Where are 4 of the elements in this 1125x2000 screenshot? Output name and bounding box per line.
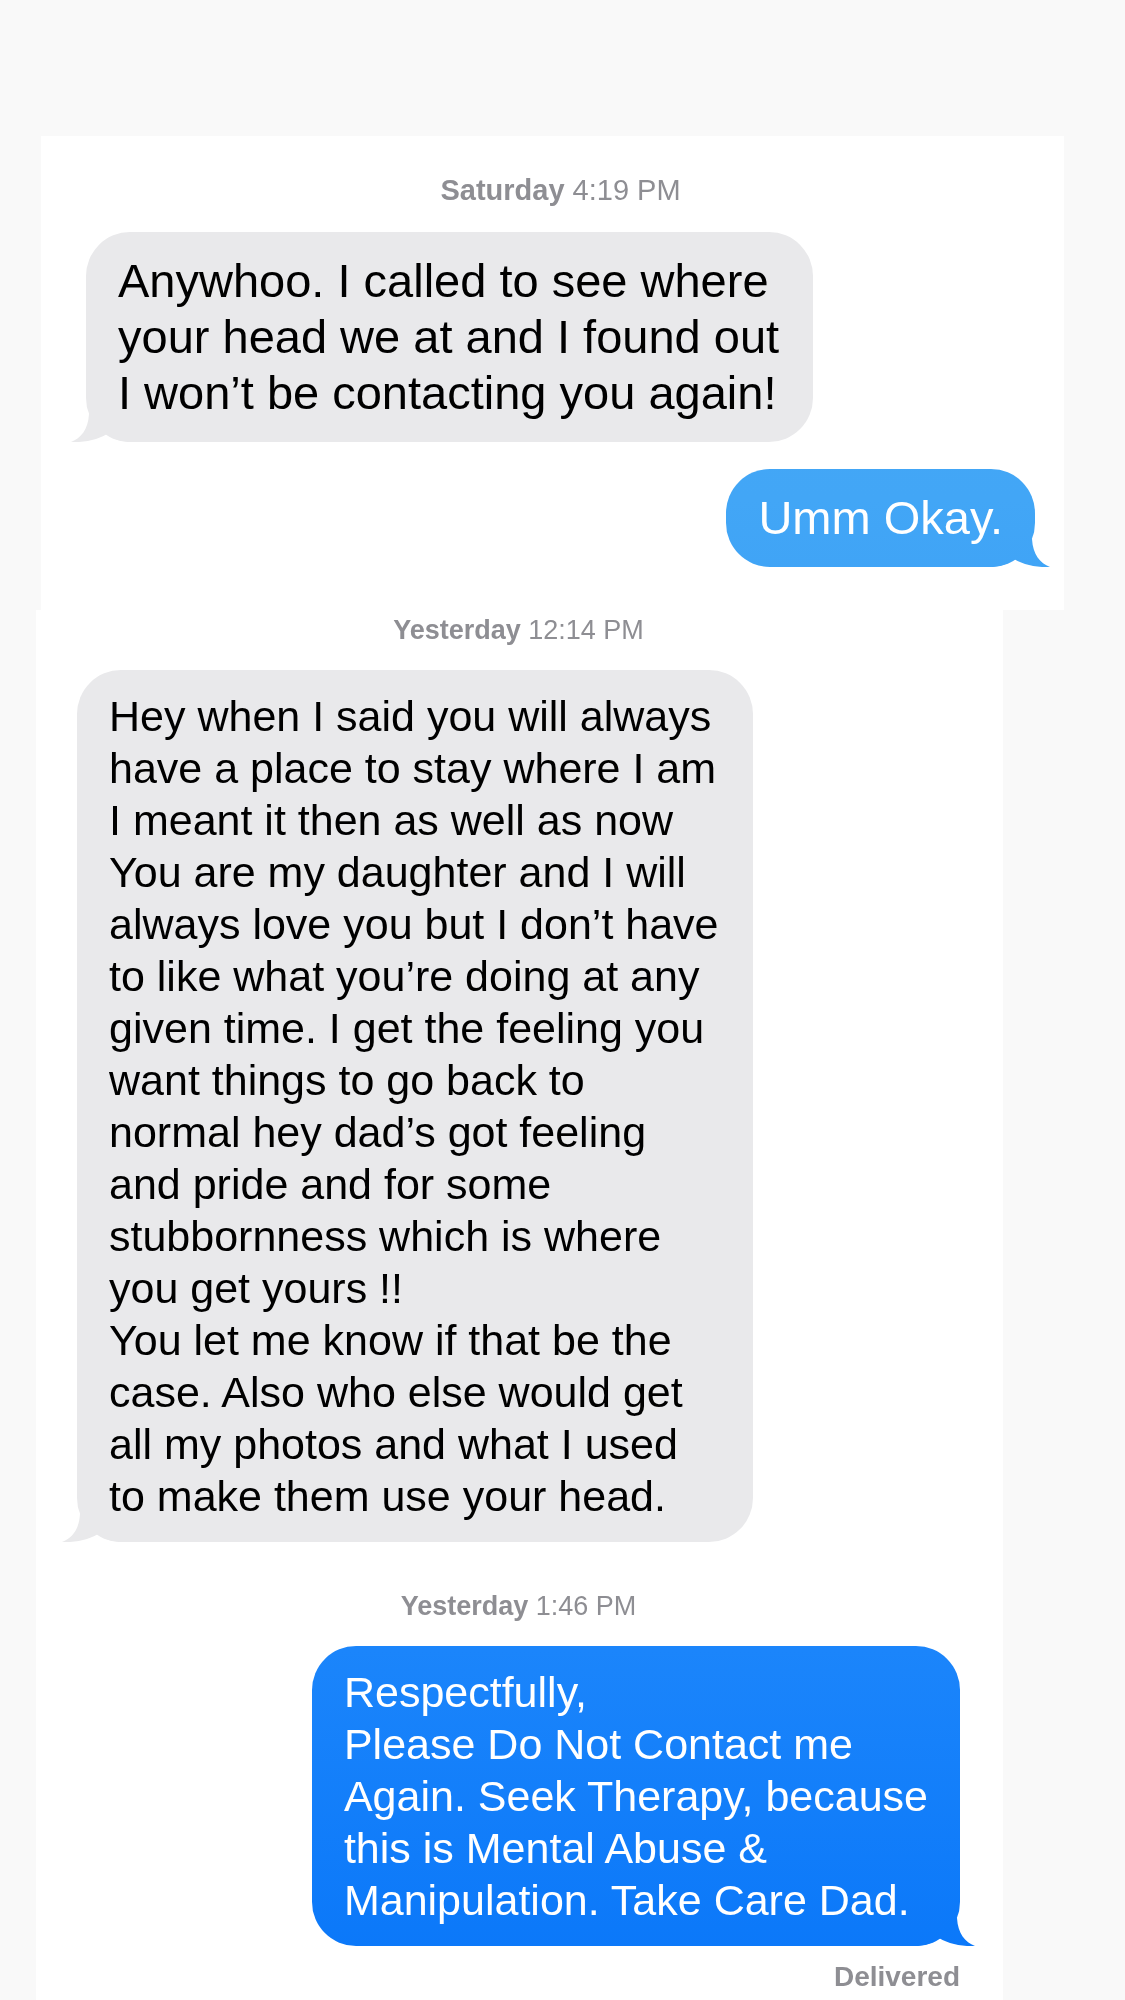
delivery-status: Delivered: [833, 1960, 960, 1994]
timestamp: Yesterday 12:14 PM: [393, 614, 644, 647]
timestamp: Saturday 4:19 PM: [440, 173, 681, 208]
timestamp: Yesterday 1:46 PM: [400, 1590, 637, 1623]
